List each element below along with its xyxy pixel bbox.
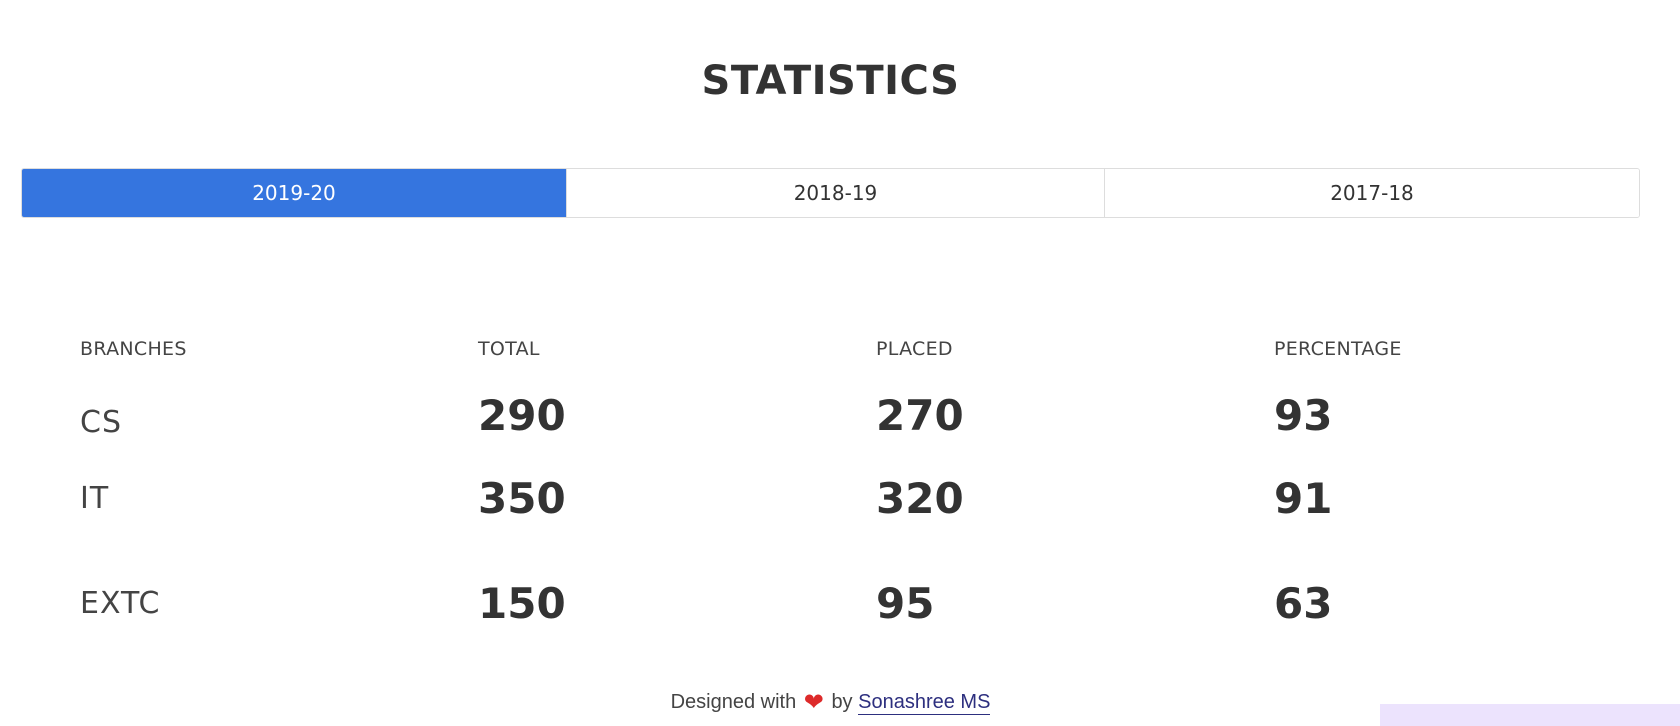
stats-table: BRANCHES TOTAL PLACED PERCENTAGE CS 290 … xyxy=(80,338,1640,656)
page-title: STATISTICS xyxy=(701,58,960,104)
percentage-value: 63 xyxy=(1274,579,1333,628)
tab-2019-20[interactable]: 2019-20 xyxy=(22,169,566,217)
tab-2017-18[interactable]: 2017-18 xyxy=(1104,169,1639,217)
placed-value: 270 xyxy=(876,391,964,440)
total-value: 150 xyxy=(478,579,566,628)
placed-value: 320 xyxy=(876,474,964,523)
tab-2018-19[interactable]: 2018-19 xyxy=(566,169,1104,217)
table-row: CS 290 270 93 xyxy=(80,372,1640,446)
table-header: BRANCHES TOTAL PLACED PERCENTAGE xyxy=(80,338,1640,372)
footer-prefix: Designed with xyxy=(670,691,797,713)
author-link[interactable]: Sonashree MS xyxy=(858,691,991,715)
placed-value: 95 xyxy=(876,579,935,628)
total-value: 350 xyxy=(478,474,566,523)
corner-overlay xyxy=(1380,704,1680,726)
header-percentage: PERCENTAGE xyxy=(1274,338,1402,360)
percentage-value: 93 xyxy=(1274,391,1333,440)
table-row: IT 350 320 91 xyxy=(80,446,1640,551)
percentage-value: 91 xyxy=(1274,474,1333,523)
header-placed: PLACED xyxy=(876,338,953,360)
footer-by: by xyxy=(831,691,853,713)
total-value: 290 xyxy=(478,391,566,440)
header-total: TOTAL xyxy=(478,338,540,360)
branch-name: EXTC xyxy=(80,586,161,621)
branch-name: IT xyxy=(80,481,110,516)
year-tabs: 2019-20 2018-19 2017-18 xyxy=(21,168,1640,218)
branch-name: CS xyxy=(80,405,122,440)
heart-icon: ❤ xyxy=(803,689,824,716)
header-branches: BRANCHES xyxy=(80,338,187,360)
table-row: EXTC 150 95 63 xyxy=(80,551,1640,656)
